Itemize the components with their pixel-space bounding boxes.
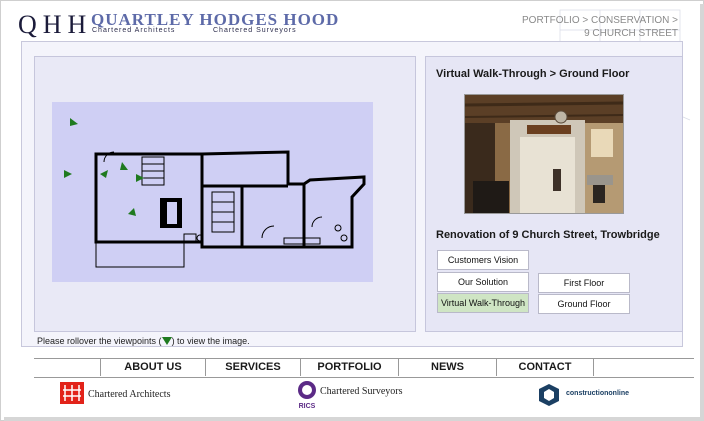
brand-subtitle-architects: Chartered Architects [92,27,176,34]
rollover-hint: Please rollover the viewpoints ( ) to vie… [37,336,250,346]
nav-news[interactable]: NEWS [398,358,496,376]
virtual-walkthrough-button[interactable]: Virtual Walk-Through [437,293,529,313]
breadcrumb-current: 9 CHURCH STREET [584,28,678,39]
nav-contact[interactable]: CONTACT [496,358,594,376]
nav-services[interactable]: SERVICES [205,358,300,376]
brand-subtitle-surveyors: Chartered Surveyors [213,27,297,34]
architects-logo-icon[interactable] [60,382,84,404]
ground-floor-button[interactable]: Ground Floor [538,294,630,314]
project-title: Renovation of 9 Church Street, Trowbridg… [436,229,660,241]
customers-vision-button[interactable]: Customers Vision [437,250,529,270]
construction-online-logo-icon[interactable] [537,383,561,407]
breadcrumb-conservation[interactable]: CONSERVATION [591,15,669,26]
viewpoint-marker-icon [161,337,172,345]
surveyors-footer-label: Chartered Surveyors [320,386,403,397]
rics-label: RICS [299,403,316,410]
nav-about-us[interactable]: ABOUT US [100,358,205,376]
walkthrough-title: Virtual Walk-Through > Ground Floor [436,68,630,80]
breadcrumb: PORTFOLIO > CONSERVATION > 9 CHURCH STRE… [522,14,678,40]
frame-shadow-right [700,4,704,421]
architects-footer-label: Chartered Architects [88,389,171,400]
breadcrumb-portfolio[interactable]: PORTFOLIO [522,15,580,26]
our-solution-button[interactable]: Our Solution [437,272,529,292]
breadcrumb-separator: > [669,15,678,26]
frame-shadow-bottom [4,417,704,421]
nav-portfolio[interactable]: PORTFOLIO [300,358,398,376]
walkthrough-photo [464,94,624,214]
construction-online-label: constructiononline [566,390,629,397]
floor-plan-drawing [64,118,366,268]
rollover-hint-text-end: ) to view the image. [171,336,250,346]
rics-logo-icon[interactable]: RICS [296,380,318,410]
rollover-hint-text: Please rollover the viewpoints ( [37,336,162,346]
breadcrumb-separator: > [579,15,592,26]
first-floor-button[interactable]: First Floor [538,273,630,293]
logo-mark[interactable]: QHH [18,10,92,40]
